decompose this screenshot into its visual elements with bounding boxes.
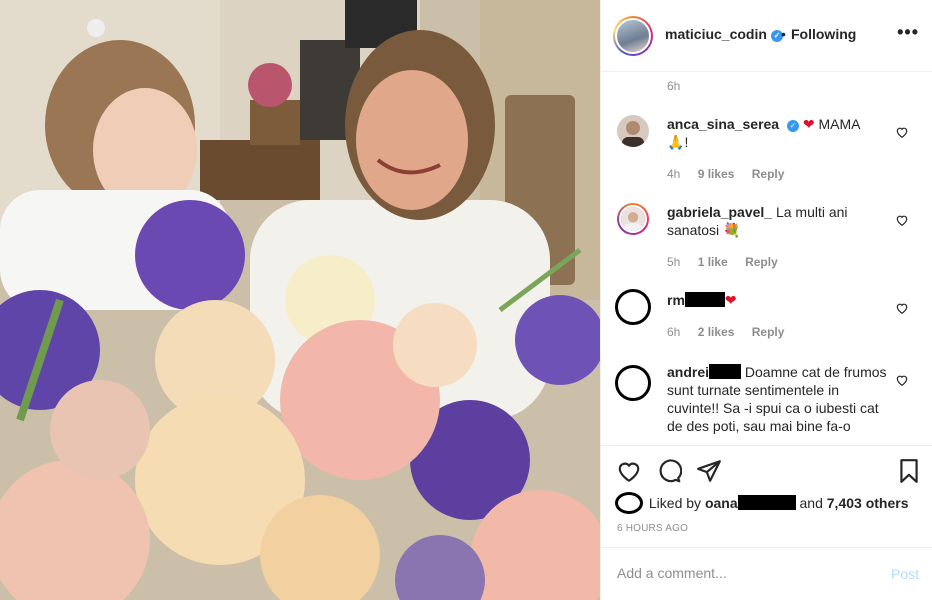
red-heart-icon: ❤ — [802, 116, 815, 132]
comment-like-icon[interactable] — [895, 125, 909, 139]
folded-hands-icon: 🙏 — [667, 134, 685, 150]
commenter-avatar[interactable] — [617, 203, 649, 235]
comment-text: MAMA — [818, 116, 861, 132]
comment-text-suffix: ! — [684, 134, 689, 150]
commenter-username[interactable]: andrei — [667, 364, 709, 380]
commenter-username[interactable]: gabriela_pavel_ — [667, 204, 772, 220]
likes-prefix: Liked by — [648, 495, 702, 511]
post-header: maticiuc_codin ✓ • Following ••• — [601, 0, 932, 72]
heart-outline-icon[interactable] — [616, 458, 642, 484]
comment-meta: 4h 9 likes Reply — [667, 167, 798, 181]
comment-meta: 6h 2 likes Reply — [667, 325, 798, 339]
comment-like-icon[interactable] — [895, 373, 909, 387]
comment-body: gabriela_pavel_ La multi ani sanatosi 💐 — [667, 203, 893, 239]
reply-button[interactable]: Reply — [745, 255, 778, 269]
bookmark-icon[interactable] — [896, 458, 922, 484]
redacted-name — [684, 292, 725, 307]
liker-username[interactable]: oana — [705, 495, 738, 511]
comment-body: rm ❤ — [667, 291, 893, 309]
bouquet-icon: 💐 — [723, 222, 741, 238]
author-avatar[interactable] — [613, 16, 653, 56]
commenter-avatar[interactable] — [615, 365, 651, 401]
comment-body: andrei Doamne cat de frumos sunt turnate… — [667, 363, 893, 435]
comment-likes[interactable]: 2 likes — [698, 325, 735, 339]
redacted-name — [709, 364, 742, 379]
red-heart-icon: ❤ — [724, 292, 737, 308]
liker-avatar[interactable] — [615, 492, 643, 514]
commenter-username[interactable]: anca_sina_serea — [667, 116, 779, 132]
commenter-avatar[interactable] — [615, 289, 651, 325]
comment-time: 5h — [667, 255, 681, 269]
likes-others-link[interactable]: 7,403 others — [827, 495, 909, 511]
comment-icon[interactable] — [656, 458, 682, 484]
comment-like-icon[interactable] — [895, 301, 909, 315]
comment-time: 6h — [667, 325, 681, 339]
post-timestamp[interactable]: 6 HOURS AGO — [617, 523, 688, 534]
author-username[interactable]: maticiuc_codin ✓ — [665, 26, 783, 42]
comment-meta: 5h 1 like Reply — [667, 255, 792, 269]
likes-summary: Liked by oana and 7,403 others — [615, 492, 908, 514]
following-button[interactable]: Following — [791, 26, 856, 42]
commenter-avatar[interactable] — [617, 115, 649, 147]
post-photo[interactable] — [0, 0, 600, 600]
comment-time: 4h — [667, 167, 681, 181]
post-sidebar: maticiuc_codin ✓ • Following ••• 6h anca_… — [600, 0, 932, 600]
redacted-name — [737, 495, 796, 510]
comments-list[interactable]: 6h anca_sina_serea ✓ ❤ MAMA 🙏! 4h 9 like… — [601, 73, 932, 445]
comment-likes[interactable]: 1 like — [698, 255, 728, 269]
header-separator: • — [781, 26, 786, 42]
post-actions: Liked by oana and 7,403 others 6 HOURS A… — [601, 445, 932, 547]
comment-like-icon[interactable] — [895, 213, 909, 227]
verified-badge-icon: ✓ — [786, 120, 799, 132]
share-icon[interactable] — [696, 458, 722, 484]
comment-input[interactable] — [617, 562, 867, 584]
comment-likes[interactable]: 9 likes — [698, 167, 735, 181]
post-comment-button[interactable]: Post — [891, 566, 919, 582]
caption-timestamp: 6h — [667, 79, 681, 93]
reply-button[interactable]: Reply — [752, 325, 785, 339]
commenter-username[interactable]: rm — [667, 292, 685, 308]
likes-joiner: and — [799, 495, 823, 511]
photo-illustration — [0, 0, 600, 600]
reply-button[interactable]: Reply — [752, 167, 785, 181]
add-comment-bar: Post — [601, 547, 932, 600]
comment-body: anca_sina_serea ✓ ❤ MAMA 🙏! — [667, 115, 893, 151]
more-options-icon[interactable]: ••• — [897, 22, 919, 43]
